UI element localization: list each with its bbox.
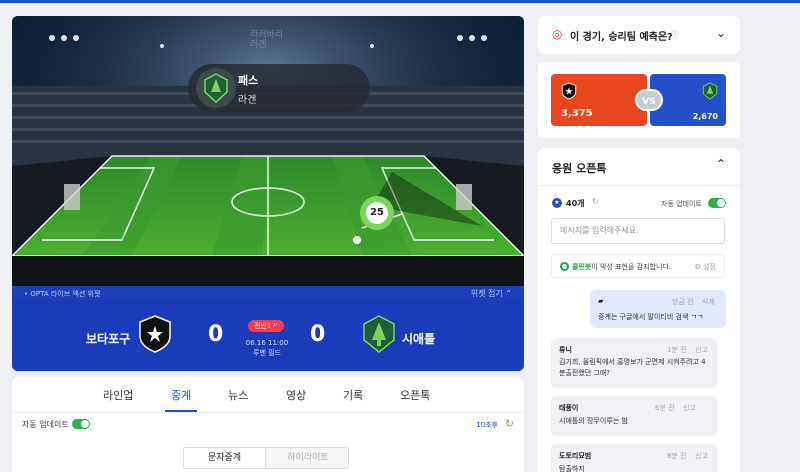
chat-message: 도토리묘범 8분 전 신고 탐출하지: [551, 444, 717, 472]
opta-label: • OPTA 라이브 액션 위젯: [24, 290, 101, 298]
info-icon[interactable]: ⓘ: [671, 29, 679, 40]
people-icon: ★: [552, 198, 562, 208]
match-tabs-panel: 라인업 중계 뉴스 영상 기록 오픈톡 자동 업데이트 10초후 ↻ 문자중계 …: [12, 377, 524, 472]
tab-records[interactable]: 기록: [343, 387, 363, 403]
divider: [538, 185, 740, 186]
player-marker: 25: [360, 196, 394, 230]
active-tab-indicator: [165, 410, 197, 412]
auto-update-toggle[interactable]: [72, 419, 90, 429]
tab-opentalk[interactable]: 오픈톡: [400, 387, 430, 403]
chevron-up-icon[interactable]: ⌃: [716, 157, 726, 171]
away-vote-count: 2,670: [692, 112, 718, 121]
chevron-down-icon[interactable]: ⌄: [716, 26, 726, 40]
refresh-icon[interactable]: ↻: [505, 417, 514, 430]
report-link[interactable]: 신고: [695, 345, 708, 355]
opentalk-title: 응원 오픈톡: [552, 162, 607, 175]
home-team-name[interactable]: 보타포구: [86, 330, 130, 347]
vote-panel: 3,375 2,670 VS: [538, 62, 740, 138]
message-text: 중계는 구글에서 말이티비 검색 ㄱㄱ: [598, 313, 704, 321]
fold-widget-button[interactable]: 위젯 접기 ⌃: [471, 288, 512, 299]
report-link[interactable]: 신고: [695, 451, 708, 461]
vote-home-button[interactable]: 3,375: [551, 74, 647, 126]
broadcast-subtabs: 문자중계 하이라이트: [183, 447, 349, 469]
away-score: 0: [310, 322, 326, 347]
chat-auto-update-label: 자동 업데이트: [661, 200, 702, 208]
cleanbot-settings-link[interactable]: ⚙ 설정: [695, 262, 716, 272]
participant-count: 40개: [566, 199, 585, 208]
seattle-crest-icon[interactable]: [362, 314, 396, 354]
tab-bar: 라인업 중계 뉴스 영상 기록 오픈톡: [12, 377, 524, 413]
cleanbot-text: 이 악성 표현을 감지합니다.: [591, 263, 672, 271]
auto-update-label: 자동 업데이트: [22, 420, 69, 429]
scoreboard: 보타포구 0 전반17' 06.16 11:00 루멘 필드 0 시애틀: [12, 300, 524, 371]
home-vote-count: 3,375: [561, 108, 593, 119]
botafogo-crest-icon[interactable]: [138, 314, 172, 354]
chat-auto-update-toggle[interactable]: [708, 198, 726, 208]
botafogo-crest-icon: [561, 82, 577, 100]
message-nick[interactable]: 태풍이: [559, 403, 578, 413]
event-type-label: 패스: [238, 74, 259, 87]
avatar-icon: ▰: [598, 297, 604, 305]
message-text: 시애틀의 장무이루는 밤: [559, 417, 628, 425]
top-accent-bar: [0, 0, 800, 3]
chat-message: 태풍이 6분 전 신고 시애틀의 장무이루는 밤: [551, 396, 717, 436]
tab-broadcast[interactable]: 중계: [171, 387, 191, 403]
prediction-header[interactable]: ◎ 이 경기, 승리팀 예측은? ⓘ ⌄: [538, 16, 740, 54]
message-time: 8분 전: [667, 452, 687, 460]
live-half-badge: 전반17': [248, 320, 284, 332]
message-text: 김기희, 올림픽에서 홍명보가 군면제 시켜주려고 4분출전했던 그애?: [559, 358, 706, 377]
stadium-view: [12, 16, 524, 286]
tab-lineup[interactable]: 라인업: [103, 387, 133, 403]
report-link[interactable]: 신고: [683, 403, 696, 413]
opta-live-widget: 라커바리 라겐 패스 라겐 25 • OPTA 라이브 액션 위젯 위젯 접기 …: [12, 16, 524, 371]
cleanbot-notice: 클린봇이 악성 표현을 감지합니다. ⚙ 설정: [551, 254, 725, 278]
home-score: 0: [208, 322, 224, 347]
cleanbot-icon: [560, 262, 569, 271]
pass-event-card: 패스 라겐: [188, 64, 370, 112]
message-nick[interactable]: 류니: [559, 345, 572, 355]
tab-video[interactable]: 영상: [286, 387, 306, 403]
away-team-name[interactable]: 시애틀: [402, 330, 435, 347]
subtab-text-broadcast[interactable]: 문자중계: [184, 448, 266, 468]
target-icon: ◎: [552, 27, 563, 41]
message-text: 탐출하지: [559, 465, 585, 472]
message-time: 6분 전: [655, 404, 675, 412]
auto-update-row: 자동 업데이트 10초후 ↻: [12, 414, 524, 436]
event-player-name: 라겐: [238, 95, 257, 106]
subtab-highlights[interactable]: 하이라이트: [267, 448, 349, 468]
refresh-countdown: 10초후: [476, 421, 498, 429]
opentalk-panel: 응원 오픈톡 ⌃ ★ 40개 ↻ 자동 업데이트 메시지를 입력해주세요. 클린…: [538, 148, 740, 472]
seattle-crest-icon: [196, 68, 236, 108]
message-input[interactable]: 메시지를 입력해주세요.: [551, 218, 725, 244]
message-nick[interactable]: 도토리묘범: [559, 451, 591, 461]
seattle-crest-icon: [702, 82, 718, 100]
reload-icon[interactable]: ↻: [592, 197, 599, 206]
tab-news[interactable]: 뉴스: [228, 387, 248, 403]
match-info: 06.16 11:00 루멘 필드: [245, 339, 289, 357]
ghost-player-label: 라커바리 라겐: [250, 30, 284, 50]
cleanbot-name: 클린봇: [572, 263, 592, 271]
chat-message-mine: ▰ 방금 전 삭제 중계는 구글에서 말이티비 검색 ㄱㄱ: [590, 290, 726, 328]
chat-message: 류니 1분 전 신고 김기희, 올림픽에서 홍명보가 군면제 시켜주려고 4분출…: [551, 338, 717, 388]
opta-bar: • OPTA 라이브 액션 위젯 위젯 접기 ⌃: [12, 286, 524, 300]
prediction-title: 이 경기, 승리팀 예측은?: [570, 32, 673, 43]
vs-badge: VS: [635, 89, 663, 111]
message-time: 방금 전: [672, 298, 694, 306]
delete-link[interactable]: 삭제: [702, 297, 715, 307]
message-time: 1분 전: [667, 346, 687, 354]
